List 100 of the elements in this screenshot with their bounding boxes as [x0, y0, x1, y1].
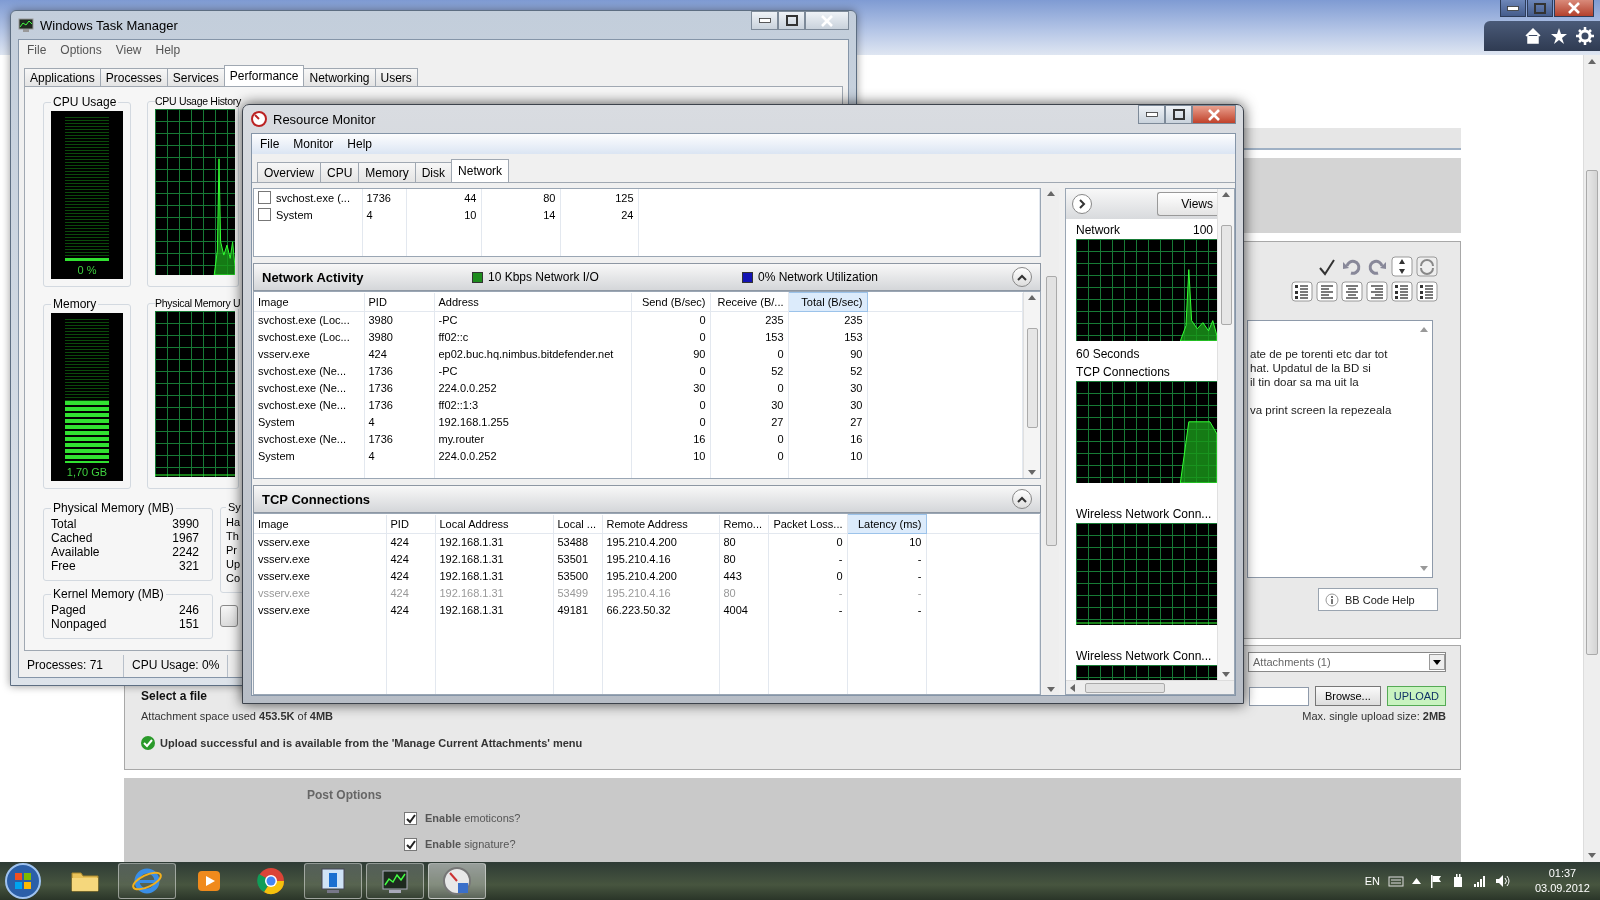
table-cell: 4004 — [723, 604, 748, 616]
column-header[interactable]: Receive (B/... — [710, 292, 788, 312]
minimize-button[interactable] — [751, 11, 778, 30]
column-header[interactable]: Local Address — [435, 514, 553, 534]
flag-icon[interactable] — [1428, 874, 1443, 888]
volume-icon[interactable] — [1494, 874, 1511, 888]
close-button[interactable] — [1192, 105, 1236, 124]
minimize-button[interactable] — [1500, 0, 1526, 17]
indent-icon[interactable] — [1291, 281, 1313, 302]
table-cell: - — [838, 553, 843, 565]
maximize-button[interactable] — [1165, 105, 1192, 124]
numbered-list-icon[interactable] — [1391, 281, 1413, 302]
table-cell: 192.168.1.31 — [439, 587, 504, 599]
column-header[interactable]: Latency (ms) — [847, 514, 926, 534]
keyboard-icon[interactable] — [1387, 874, 1404, 888]
resize-icon[interactable] — [1391, 256, 1413, 277]
menu-item[interactable]: Monitor — [293, 137, 334, 151]
taskbar-button[interactable] — [304, 863, 362, 899]
section-header[interactable]: TCP Connections — [253, 485, 1042, 513]
table-cell: 224.0.0.252 — [438, 450, 497, 462]
table-cell: 192.168.1.255 — [438, 416, 509, 428]
browse-button[interactable]: Browse... — [1314, 686, 1381, 706]
up-arrow-icon[interactable] — [1411, 877, 1421, 885]
tab[interactable]: Network — [451, 159, 510, 182]
close-button[interactable] — [1554, 0, 1594, 17]
push-button[interactable] — [220, 605, 238, 627]
table-cell: 14 — [543, 208, 556, 221]
menu-item[interactable]: File — [260, 137, 280, 151]
scrollbar-thumb[interactable] — [1085, 682, 1165, 693]
column-header[interactable]: PID — [364, 292, 434, 312]
bb-code-help-button[interactable]: BB Code Help — [1318, 588, 1438, 611]
column-header[interactable]: Remote Address — [602, 514, 719, 534]
clock-time[interactable]: 01:37 — [1548, 866, 1577, 881]
views-button[interactable]: Views — [1157, 192, 1217, 216]
tab[interactable]: CPU — [320, 162, 360, 182]
restore-button[interactable] — [1527, 0, 1553, 17]
tab[interactable]: Processes — [99, 68, 168, 86]
section-header[interactable]: Network Activity 10 Kbps Network I/O 0% Network Utilization — [253, 263, 1042, 291]
column-header[interactable]: PID — [386, 514, 435, 534]
table-cell: vsserv.exe — [258, 604, 310, 616]
checkbox[interactable] — [258, 208, 271, 221]
settings-icon[interactable] — [1576, 27, 1594, 45]
scrollbar[interactable] — [1023, 292, 1041, 478]
meter-reading: 1,70 GB — [66, 466, 108, 478]
attachments-dropdown[interactable]: Attachments (1) — [1248, 652, 1446, 672]
column-header[interactable]: Total (B/sec) — [788, 292, 867, 312]
collapse-button[interactable] — [1012, 489, 1033, 509]
minimize-button[interactable] — [1138, 105, 1165, 124]
scrollbar-thumb[interactable] — [1220, 225, 1232, 325]
menu-item[interactable]: Help — [347, 137, 373, 151]
menu-item[interactable]: View — [115, 43, 142, 57]
taskbar-button[interactable] — [428, 863, 486, 899]
scrollbar-thumb[interactable] — [1045, 276, 1057, 546]
menu-item[interactable]: Help — [155, 43, 181, 57]
tab[interactable]: Applications — [24, 68, 101, 86]
home-icon[interactable] — [1524, 27, 1542, 45]
checkbox[interactable] — [258, 191, 271, 204]
column-header[interactable]: Packet Loss... — [768, 514, 847, 534]
scrollbar[interactable] — [1583, 55, 1600, 862]
table-cell: 1736 — [368, 433, 393, 445]
tab[interactable]: Users — [374, 68, 418, 86]
upload-button[interactable]: UPLOAD — [1386, 686, 1446, 706]
align-left-icon[interactable] — [1316, 281, 1338, 302]
clock-date[interactable]: 03.09.2012 — [1534, 881, 1590, 896]
menu-item[interactable]: Options — [60, 43, 102, 57]
signal-icon[interactable] — [1472, 874, 1487, 888]
bullet-list-icon[interactable] — [1416, 281, 1438, 302]
star-icon[interactable] — [1550, 27, 1568, 45]
collapse-button[interactable] — [1012, 267, 1033, 287]
menu-item[interactable]: File — [27, 43, 47, 57]
tab[interactable]: Disk — [414, 162, 453, 182]
tab[interactable]: Memory — [358, 162, 416, 182]
table-cell: 80 — [543, 191, 556, 204]
align-center-icon[interactable] — [1341, 281, 1363, 302]
checkbox[interactable] — [404, 811, 417, 825]
language-indicator[interactable]: EN — [1364, 875, 1380, 887]
tab[interactable]: Overview — [257, 162, 321, 182]
tab[interactable]: Performance — [223, 65, 305, 86]
column-header[interactable]: Image — [254, 514, 386, 534]
taskbar-button[interactable] — [118, 863, 176, 899]
tab[interactable]: Services — [166, 68, 225, 86]
taskbar-button[interactable] — [366, 863, 424, 899]
scrollbar[interactable] — [1066, 680, 1234, 694]
column-header[interactable]: Remo... — [719, 514, 768, 534]
file-field[interactable] — [1248, 686, 1309, 706]
scrollbar[interactable] — [1043, 188, 1059, 695]
column-header[interactable]: Local ... — [553, 514, 602, 534]
align-right-icon[interactable] — [1366, 281, 1388, 302]
scrollbar-thumb[interactable] — [1026, 328, 1038, 428]
checkbox[interactable] — [404, 837, 417, 851]
expand-button[interactable] — [1072, 194, 1092, 214]
scrollbar[interactable] — [1217, 189, 1234, 680]
message-field[interactable]: ate de pe torenti etc dar tot hat. Updatul de la BD si il tin doar sa ma uit la va print screen la repezeala — [1247, 320, 1433, 578]
tab[interactable]: Networking — [303, 68, 376, 86]
maximize-button[interactable] — [778, 11, 805, 30]
column-header[interactable]: Address — [434, 292, 631, 312]
column-header[interactable]: Image — [254, 292, 364, 312]
column-header[interactable]: Send (B/sec) — [631, 292, 710, 312]
scrollbar-thumb[interactable] — [1586, 170, 1598, 655]
start-button[interactable] — [4, 862, 42, 900]
